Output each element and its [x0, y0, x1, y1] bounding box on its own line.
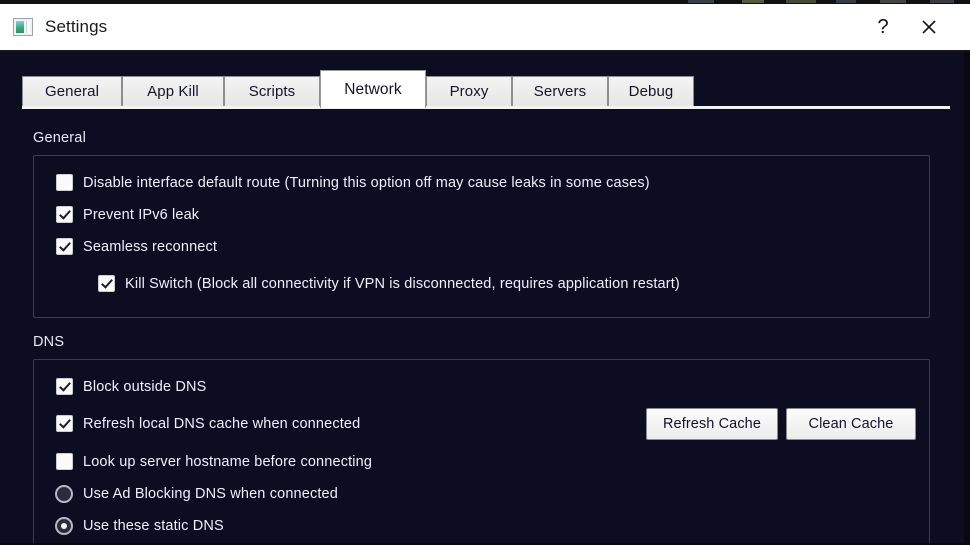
close-icon[interactable]	[906, 4, 952, 50]
window-title: Settings	[45, 17, 108, 36]
title-bar: Settings ?	[0, 4, 970, 52]
checkbox-kill-switch[interactable]	[98, 275, 115, 292]
option-label: Prevent IPv6 leak	[83, 206, 200, 223]
option-label: Look up server hostname before connectin…	[83, 453, 373, 470]
checkbox-refresh-local-dns-cache[interactable]	[56, 415, 73, 432]
checkbox-prevent-ipv6-leak[interactable]	[56, 206, 73, 223]
tab-scripts[interactable]: Scripts	[224, 76, 320, 106]
tab-servers[interactable]: Servers	[512, 76, 608, 106]
tab-network[interactable]: Network	[320, 70, 426, 108]
checkbox-seamless-reconnect[interactable]	[56, 238, 73, 255]
checkbox-disable-interface-default-route[interactable]	[56, 174, 73, 191]
option-lookup-server-hostname[interactable]: Look up server hostname before connectin…	[56, 453, 372, 470]
option-label: Seamless reconnect	[83, 238, 218, 255]
tab-general[interactable]: General	[22, 76, 122, 106]
option-label: Use Ad Blocking DNS when connected	[83, 486, 338, 502]
radio-use-ad-blocking-dns[interactable]	[55, 485, 73, 503]
clean-cache-button[interactable]: Clean Cache	[786, 408, 916, 440]
option-disable-interface-default-route[interactable]: Disable interface default route (Turning…	[56, 174, 650, 191]
checkbox-block-outside-dns[interactable]	[56, 378, 73, 395]
window-right-edge	[964, 52, 970, 545]
option-label: Use these static DNS	[83, 518, 224, 534]
option-seamless-reconnect[interactable]: Seamless reconnect	[56, 238, 217, 255]
app-window-icon	[13, 18, 33, 36]
section-title-dns: DNS	[33, 334, 65, 350]
option-prevent-ipv6-leak[interactable]: Prevent IPv6 leak	[56, 206, 199, 223]
help-icon[interactable]: ?	[860, 4, 906, 50]
option-kill-switch[interactable]: Kill Switch (Block all connectivity if V…	[98, 275, 680, 292]
tab-bar: General App Kill Scripts Network Proxy Server…	[22, 70, 952, 108]
option-label: Refresh local DNS cache when connected	[83, 415, 361, 432]
option-use-static-dns[interactable]: Use these static DNS	[55, 517, 224, 535]
option-refresh-local-dns-cache[interactable]: Refresh local DNS cache when connected	[56, 415, 360, 432]
refresh-cache-button[interactable]: Refresh Cache	[646, 408, 778, 440]
radio-use-static-dns[interactable]	[55, 517, 73, 535]
option-label: Disable interface default route (Turning…	[83, 174, 650, 191]
tab-app-kill[interactable]: App Kill	[122, 76, 224, 106]
checkbox-lookup-server-hostname[interactable]	[56, 453, 73, 470]
tab-debug[interactable]: Debug	[608, 76, 694, 106]
option-label: Block outside DNS	[83, 378, 207, 395]
tab-proxy[interactable]: Proxy	[426, 76, 512, 106]
option-use-ad-blocking-dns[interactable]: Use Ad Blocking DNS when connected	[55, 485, 338, 503]
option-block-outside-dns[interactable]: Block outside DNS	[56, 378, 206, 395]
option-label: Kill Switch (Block all connectivity if V…	[125, 275, 680, 292]
settings-window: Settings ? General App Kill Scripts Network…	[0, 0, 970, 545]
tab-underline	[22, 106, 950, 109]
section-title-general: General	[33, 130, 86, 146]
